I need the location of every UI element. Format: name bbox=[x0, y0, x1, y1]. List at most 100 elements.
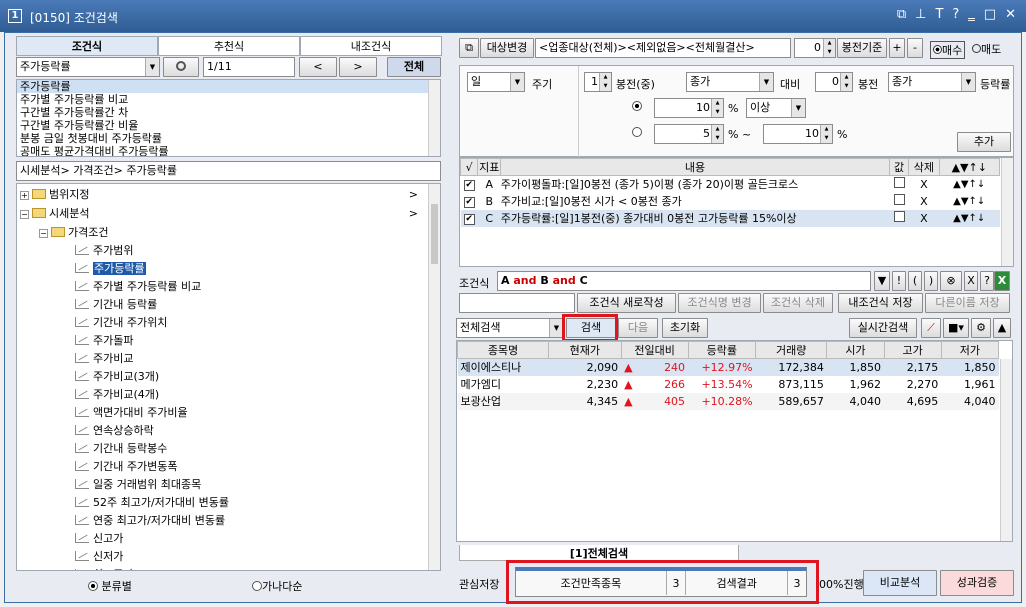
formula-op-button[interactable]: ? bbox=[980, 271, 994, 291]
save-my-condition-button[interactable]: 내조건식 저장 bbox=[838, 293, 923, 313]
value-checkbox[interactable] bbox=[893, 177, 905, 189]
category-select[interactable]: 주가등락률 bbox=[16, 57, 160, 77]
tree-leaf[interactable]: 주가등락률 bbox=[75, 260, 146, 278]
realtime-search-button[interactable]: 실시간검색 bbox=[849, 318, 917, 338]
menu-icon[interactable]: ■▾ bbox=[943, 318, 969, 338]
reorder-icons[interactable]: ▲▼↑↓ bbox=[939, 193, 1000, 210]
tree-leaf[interactable]: 52주 최고가/저가대비 변동률 bbox=[75, 494, 229, 512]
target-change-button[interactable]: 대상변경 bbox=[480, 38, 534, 58]
formula-op-button[interactable]: ⊗ bbox=[940, 271, 962, 291]
collapse-icon[interactable]: ▲ bbox=[993, 318, 1011, 338]
radio-single[interactable] bbox=[632, 101, 642, 114]
compare-button[interactable]: 비교분석 bbox=[863, 570, 937, 596]
radio-group-alphabetical[interactable]: 가나다순 bbox=[252, 578, 302, 594]
table-row[interactable]: 보광산업 4,345 ▲ 405 +10.28% 589,657 4,040 4,695 4,0… bbox=[457, 392, 999, 410]
excel-icon[interactable]: X bbox=[994, 271, 1010, 291]
value-checkbox[interactable] bbox=[893, 194, 905, 205]
tab-recommended[interactable]: 추천식 bbox=[158, 36, 300, 56]
delete-icon[interactable]: X bbox=[909, 210, 939, 227]
pin-icon[interactable]: ⊥ bbox=[915, 7, 926, 22]
tree-leaf[interactable]: 최고주가 bbox=[75, 566, 133, 570]
v1-spinner[interactable]: 10 bbox=[654, 98, 724, 118]
condition-row[interactable]: ✔ C 주가등락률:[일]1봉전(중) 종가대비 0봉전 고가등락률 15%이상 X ▲… bbox=[460, 209, 1000, 227]
next-button[interactable]: > bbox=[339, 57, 377, 77]
delete-icon[interactable]: X bbox=[909, 193, 939, 210]
tab-my-conditions[interactable]: 내조건식 bbox=[300, 36, 442, 56]
v2-spinner[interactable]: 5 bbox=[654, 124, 724, 144]
condition-row[interactable]: ✔ B 주가비교:[일]0봉전 시가 < 0봉전 종가 X ▲▼↑↓ bbox=[461, 193, 1000, 210]
performance-button[interactable]: 성과검증 bbox=[940, 570, 1014, 596]
period-select[interactable]: 일 bbox=[467, 72, 525, 92]
table-row[interactable]: 메가엠디 2,230 ▲ 266 +13.54% 873,115 1,962 2,270 1,9… bbox=[457, 375, 999, 393]
tree-leaf[interactable]: 기간내 등락률 bbox=[75, 296, 157, 314]
minus-button[interactable]: - bbox=[907, 38, 923, 58]
condition-row[interactable]: ✔ A 주가이평돌파:[일]0봉전 (종가 5)이평 (종가 20)이평 골든크로스… bbox=[461, 176, 1000, 193]
reorder-icons[interactable]: ▲▼↑↓ bbox=[939, 176, 1000, 193]
minimize-icon[interactable]: ‗ bbox=[968, 7, 975, 22]
buy-radio[interactable]: 매수 bbox=[930, 41, 966, 59]
formula-op-button[interactable]: ! bbox=[892, 271, 906, 291]
tree-leaf[interactable]: 기간내 주가변동폭 bbox=[75, 458, 177, 476]
n2-spinner[interactable]: 0 bbox=[815, 72, 853, 92]
tree-folder[interactable]: + 범위지정 > bbox=[17, 186, 422, 204]
rename-condition-button[interactable]: 조건식명 변경 bbox=[678, 293, 761, 313]
condition-name-input[interactable] bbox=[459, 293, 575, 313]
tree-leaf[interactable]: 기간내 등락봉수 bbox=[75, 440, 167, 458]
scope-select[interactable]: 전체검색 bbox=[456, 318, 564, 338]
op-select[interactable]: 이상 bbox=[746, 98, 806, 118]
tree-leaf[interactable]: 주가범위 bbox=[75, 242, 133, 260]
reorder-icons[interactable]: ▲▼↑↓ bbox=[939, 210, 1000, 227]
list-item[interactable]: 구간별 주가등락률간 비율 bbox=[17, 119, 440, 132]
reset-button[interactable]: 초기화 bbox=[662, 318, 708, 338]
search-button[interactable] bbox=[163, 57, 199, 77]
tree-leaf[interactable]: 신고가 bbox=[75, 530, 123, 548]
chart-icon[interactable]: ⟋ bbox=[921, 318, 941, 338]
tree-leaf[interactable]: 기간내 주가위치 bbox=[75, 314, 167, 332]
plus-button[interactable]: + bbox=[889, 38, 905, 58]
v3-spinner[interactable]: 10 bbox=[763, 124, 833, 144]
add-button[interactable]: 추가 bbox=[957, 132, 1011, 152]
tree-leaf[interactable]: 신저가 bbox=[75, 548, 123, 566]
list-item[interactable]: 주가등락률 bbox=[17, 80, 440, 93]
tree-scrollbar[interactable] bbox=[428, 184, 440, 570]
sell-radio[interactable]: 매도 bbox=[972, 41, 1001, 57]
condition-checkbox[interactable]: ✔ bbox=[463, 180, 475, 192]
result-tab[interactable]: [1]전체검색 bbox=[459, 545, 739, 561]
price1-select[interactable]: 종가 bbox=[686, 72, 774, 92]
formula-op-button[interactable]: ) bbox=[924, 271, 938, 291]
table-row[interactable]: 제이에스티나 2,090 ▲ 240 +12.97% 172,384 1,850 2,175 1… bbox=[457, 358, 999, 376]
tree-leaf[interactable]: 주가비교(3개) bbox=[75, 368, 159, 386]
formula-field[interactable]: A and B and C bbox=[497, 271, 871, 291]
close-icon[interactable]: ✕ bbox=[1005, 7, 1016, 22]
help-icon[interactable]: ? bbox=[952, 7, 959, 22]
tree-leaf[interactable]: 액면가대비 주가비율 bbox=[75, 404, 188, 422]
price2-select[interactable]: 종가 bbox=[888, 72, 976, 92]
list-scrollbar[interactable] bbox=[428, 80, 440, 156]
tree-leaf[interactable]: 일중 거래범위 최대종목 bbox=[75, 476, 201, 494]
formula-op-button[interactable]: X bbox=[964, 271, 978, 291]
radio-range[interactable] bbox=[632, 127, 642, 140]
tree-leaf[interactable]: 주가별 주가등락률 비교 bbox=[75, 278, 201, 296]
tree-folder[interactable]: − 시세분석 > bbox=[17, 205, 422, 223]
tree-leaf[interactable]: 주가비교 bbox=[75, 350, 133, 368]
list-item[interactable]: 주가별 주가등락률 비교 bbox=[17, 93, 440, 106]
tree-leaf[interactable]: 연속상승하락 bbox=[75, 422, 154, 440]
bong-base-spinner[interactable]: 0 bbox=[794, 38, 836, 58]
next-page-button[interactable]: 다음 bbox=[618, 318, 658, 338]
all-button[interactable]: 전체 bbox=[387, 57, 441, 77]
value-checkbox[interactable] bbox=[893, 211, 905, 222]
condition-scrollbar[interactable] bbox=[1001, 158, 1013, 266]
condition-checkbox[interactable]: ✔ bbox=[463, 197, 475, 208]
save-as-button[interactable]: 다른이름 저장 bbox=[925, 293, 1010, 313]
list-item[interactable]: 공매도 평균가격대비 주가등락률 bbox=[17, 145, 440, 156]
tree-leaf[interactable]: 주가돌파 bbox=[75, 332, 133, 350]
link-icon[interactable]: ⧉ bbox=[897, 7, 906, 22]
condition-checkbox[interactable]: ✔ bbox=[463, 214, 475, 225]
tree-subfolder[interactable]: − 가격조건 bbox=[39, 224, 108, 242]
interest-save-label[interactable]: 관심저장 bbox=[459, 576, 499, 592]
formula-op-button[interactable]: ( bbox=[908, 271, 922, 291]
prev-button[interactable]: < bbox=[299, 57, 337, 77]
formula-dropdown[interactable]: ▼ bbox=[874, 271, 890, 291]
layout-icon[interactable]: ⧉ bbox=[459, 38, 479, 58]
tree-leaf[interactable]: 주가비교(4개) bbox=[75, 386, 159, 404]
